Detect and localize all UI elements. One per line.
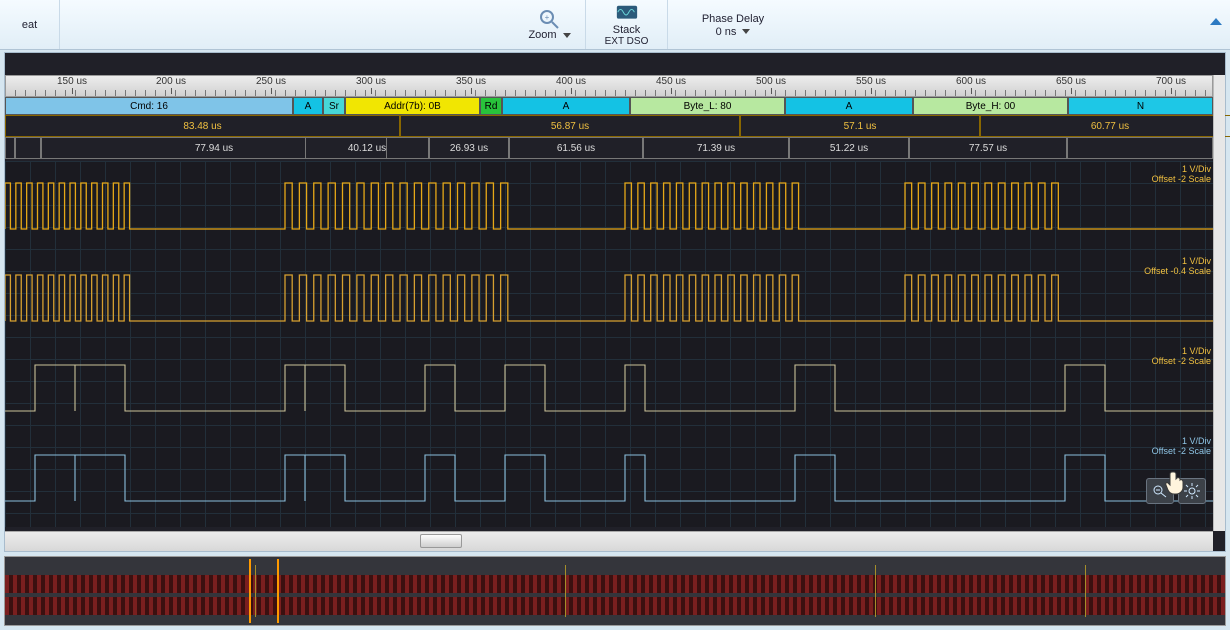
zoom-button[interactable]: + Zoom (514, 0, 586, 49)
horizontal-scrollbar[interactable] (5, 531, 1213, 551)
ruler-tick: 550 us (856, 76, 886, 87)
phase-delay-control[interactable]: Phase Delay 0 ns (668, 0, 798, 49)
analog-channel[interactable]: 1 V/DivOffset -2 Scale (5, 169, 1213, 249)
timing-box (1067, 137, 1213, 159)
settings-button[interactable] (1178, 478, 1206, 504)
decode-segment[interactable]: Rd (480, 97, 502, 115)
expand-up-icon[interactable] (1210, 18, 1222, 25)
ruler-tick: 300 us (356, 76, 386, 87)
toolbar-fragment: eat (0, 0, 60, 49)
timing-box: 77.57 us (909, 137, 1067, 159)
decode-segment[interactable]: A (785, 97, 913, 115)
waveform-trace (5, 261, 1213, 341)
wave-quick-tools (1146, 478, 1206, 504)
timing-box: 40.12 us (305, 137, 429, 159)
decode-segment[interactable]: N (1068, 97, 1213, 115)
zoom-label: Zoom (528, 29, 556, 41)
decode-segment[interactable]: Sr (323, 97, 345, 115)
scrollbar-thumb[interactable] (420, 534, 462, 548)
ruler-tick: 600 us (956, 76, 986, 87)
zoom-fit-button[interactable] (1146, 478, 1174, 504)
zoom-icon: + (538, 8, 562, 28)
ruler-tick: 650 us (1056, 76, 1086, 87)
stack-label: Stack (613, 24, 641, 36)
timing-box: 57.1 us (740, 115, 980, 137)
timing-box: 51.22 us (789, 137, 909, 159)
timing-box (5, 137, 15, 159)
repeat-label: eat (22, 19, 37, 31)
overview-marker (255, 565, 256, 617)
ruler-tick: 500 us (756, 76, 786, 87)
overview-marker (565, 565, 566, 617)
phase-label: Phase Delay (702, 13, 764, 25)
protocol-decode-row: Cmd: 16ASrAddr(7b): 0BRdAByte_L: 80AByte… (5, 97, 1213, 115)
decode-segment[interactable]: Addr(7b): 0B (345, 97, 480, 115)
waveform-trace (5, 169, 1213, 249)
decode-segment[interactable]: Byte_L: 80 (630, 97, 785, 115)
waveform-trace (5, 441, 1213, 521)
overview-marker (1085, 565, 1086, 617)
overview-cursor[interactable] (249, 559, 251, 623)
vertical-scrollbar[interactable] (1213, 75, 1225, 531)
stack-icon (615, 3, 639, 23)
overview-cursor[interactable] (277, 559, 279, 623)
stack-sub: EXT DSO (605, 36, 649, 47)
chevron-down-icon (742, 29, 750, 34)
timing-row-low: 77.94 us40.12 us26.93 us61.56 us71.39 us… (5, 137, 1213, 159)
analog-wave-area[interactable]: 1 V/DivOffset -2 Scale 1 V/DivOffset -0.4… (5, 161, 1213, 527)
timing-box: 61.56 us (509, 137, 643, 159)
analog-channel[interactable]: 1 V/DivOffset -0.4 Scale (5, 261, 1213, 341)
analog-channel[interactable]: 1 V/DivOffset -2 Scale (5, 351, 1213, 431)
decode-segment[interactable]: Cmd: 16 (5, 97, 293, 115)
overview-marker (875, 565, 876, 617)
toolbar: eat + Zoom Stack EXT DSO Phase Delay 0 n… (0, 0, 1230, 50)
ruler-tick: 450 us (656, 76, 686, 87)
ruler-tick: 200 us (156, 76, 186, 87)
decode-segment[interactable]: A (502, 97, 630, 115)
overview-minimap[interactable] (4, 556, 1226, 626)
phase-value: 0 ns (716, 26, 737, 38)
timing-box (15, 137, 41, 159)
timing-box: 71.39 us (643, 137, 789, 159)
chevron-down-icon (563, 33, 571, 38)
ruler-tick: 150 us (57, 76, 87, 87)
ruler-tick: 700 us (1156, 76, 1186, 87)
timing-box: 56.87 us (400, 115, 740, 137)
ruler-tick: 400 us (556, 76, 586, 87)
ruler-tick: 350 us (456, 76, 486, 87)
analog-channel[interactable]: 1 V/DivOffset -2 Scale (5, 441, 1213, 521)
timing-box: 83.48 us (5, 115, 400, 137)
waveform-panel: 150 us 200 us 250 us 300 us 350 us 400 us 450 … (4, 52, 1226, 552)
decode-segment[interactable]: A (293, 97, 323, 115)
stack-button[interactable]: Stack EXT DSO (586, 0, 668, 49)
timing-box: 60.77 us (980, 115, 1230, 137)
timing-row-high: 83.48 us56.87 us57.1 us60.77 us (5, 115, 1213, 137)
ruler-tick: 250 us (256, 76, 286, 87)
time-ruler[interactable]: 150 us 200 us 250 us 300 us 350 us 400 us 450 … (5, 75, 1213, 97)
timing-box: 26.93 us (429, 137, 509, 159)
svg-text:+: + (544, 13, 549, 22)
decode-segment[interactable]: Byte_H: 00 (913, 97, 1068, 115)
waveform-trace (5, 351, 1213, 431)
